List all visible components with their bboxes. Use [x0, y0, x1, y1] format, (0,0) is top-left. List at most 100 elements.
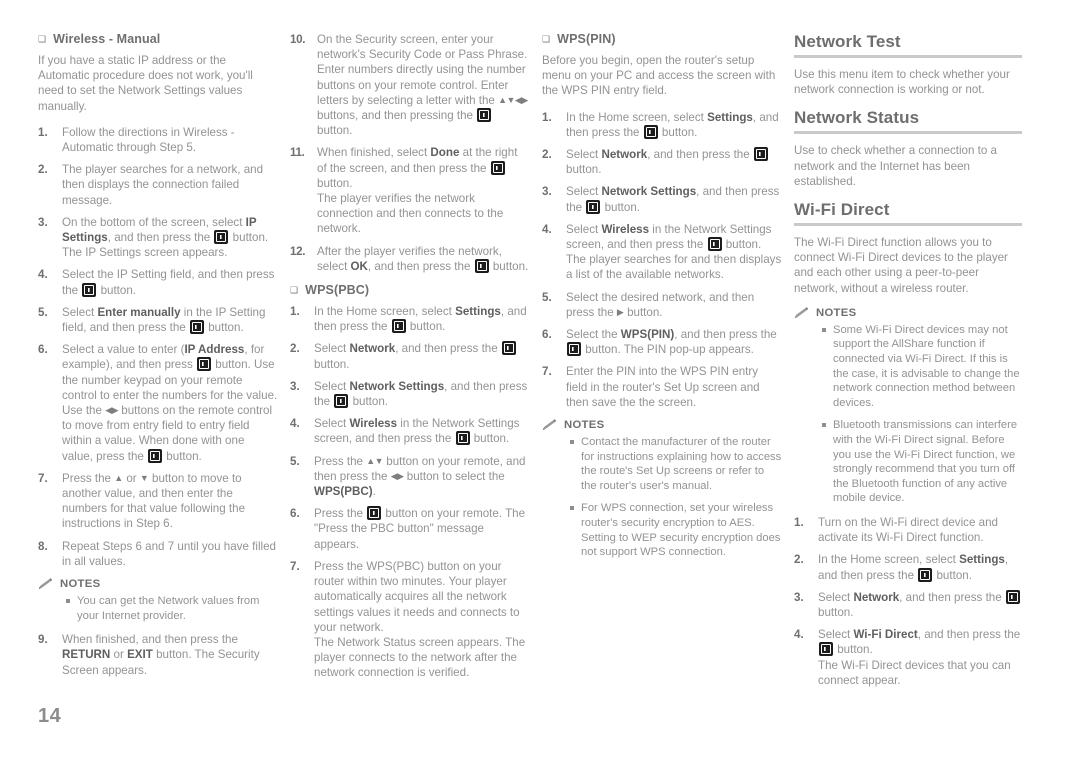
enter-button-icon [753, 147, 768, 162]
list-item: 1. Follow the directions in Wireless - Au… [38, 125, 278, 155]
direction-pad-arrows-icon: ▲▼◀▶ [498, 94, 528, 105]
step-number: 6. [542, 328, 552, 342]
enter-button-icon [82, 282, 97, 297]
step-number: 3. [38, 215, 48, 229]
subsection-heading-label: WPS(PIN) [557, 32, 616, 46]
step-number: 4. [290, 417, 300, 431]
step-text: Enter the PIN into the WPS PIN entry fie… [566, 365, 760, 409]
step-text: Select the WPS(PIN), and then press the … [566, 328, 777, 357]
steps-list-wps-pin: 1. In the Home screen, select Settings, a… [542, 110, 782, 410]
step-text: On the bottom of the screen, select IP S… [62, 215, 269, 260]
step-number: 4. [542, 222, 552, 236]
list-item: 3. Select Network Settings, and then pres… [542, 184, 782, 214]
list-item: 7. Press the WPS(PBC) button on your rout… [290, 559, 530, 681]
section-heading-network-test: Network Test [794, 32, 901, 51]
list-item: You can get the Network values from your… [66, 594, 278, 623]
section-heading-wifi-direct: Wi-Fi Direct [794, 200, 890, 220]
list-item: Some Wi-Fi Direct devices may not suppor… [822, 323, 1022, 411]
enter-button-icon [148, 448, 163, 463]
step-number: 1. [542, 110, 552, 124]
list-item: 5. Press the ▲▼ button on your remote, an… [290, 454, 530, 500]
list-item: 8. Repeat Steps 6 and 7 until you have fi… [38, 539, 278, 569]
square-bullet-icon: ❑ [38, 34, 47, 44]
step-number: 9. [38, 633, 48, 647]
step-text: Turn on the Wi-Fi direct device and acti… [818, 515, 998, 545]
section-body-network-status: Use to check whether a connection to a n… [794, 144, 998, 188]
pencil-icon [38, 578, 53, 590]
step-number: 10. [290, 33, 306, 46]
down-arrow-icon: ▼ [139, 472, 149, 483]
list-item: 6. Select the WPS(PIN), and then press th… [542, 327, 782, 357]
step-text: After the player verifies the network, s… [317, 244, 529, 273]
list-item: 4. Select Wi-Fi Direct, and then press th… [794, 627, 1022, 688]
list-item: 1. Turn on the Wi-Fi direct device and ac… [794, 515, 1022, 545]
list-item: 2. Select Network, and then press the but… [290, 341, 530, 371]
steps-list-after-notes: 9. When finished, and then press the RETU… [38, 632, 278, 678]
heading-rule [794, 223, 1022, 227]
column-3: ❑ WPS(PIN) Before you begin, open the ro… [542, 32, 782, 697]
list-item: 2. The player searches for a network, and… [38, 162, 278, 208]
list-item: 4. Select Wireless in the Network Setting… [290, 416, 530, 446]
step-text: Select the IP Setting field, and then pr… [62, 268, 275, 297]
step-number: 4. [794, 628, 804, 642]
subsection-heading-label: WPS(PBC) [305, 283, 370, 298]
column-4: Network Test Use this menu item to check… [794, 32, 1022, 697]
step-text: Select Wireless in the Network Settings … [566, 222, 782, 282]
step-text: Press the button on your remote. The "Pr… [314, 506, 526, 551]
notes-list: You can get the Network values from your… [38, 594, 278, 623]
notes-label: NOTES [816, 306, 857, 319]
notes-block: NOTES Some Wi-Fi Direct devices may not … [794, 307, 1022, 506]
section-heading-network-status: Network Status [794, 108, 920, 128]
step-text: Select Network, and then press the butto… [566, 147, 769, 176]
step-text: Select Enter manually in the IP Setting … [62, 305, 266, 335]
enter-button-icon [918, 567, 933, 582]
list-item: 10. On the Security screen, enter your ne… [290, 32, 530, 138]
enter-button-icon [214, 230, 229, 245]
left-right-arrow-icon: ◀▶ [105, 405, 119, 416]
step-number: 6. [38, 343, 48, 357]
notes-list: Some Wi-Fi Direct devices may not suppor… [794, 323, 1022, 506]
step-text: Select a value to enter (IP Address, for… [62, 343, 278, 463]
list-item: 3. Select Network, and then press the but… [794, 589, 1022, 620]
step-text: Press the ▲▼ button on your remote, and … [314, 454, 526, 499]
step-number: 11. [290, 146, 305, 160]
step-number: 8. [38, 539, 48, 553]
enter-button-icon [707, 237, 722, 252]
enter-button-icon [490, 160, 505, 175]
list-item: 7. Press the ▲ or ▼ button to move to ano… [38, 471, 278, 532]
list-item: 3. On the bottom of the screen, select IP… [38, 215, 278, 261]
step-text: Press the ▲ or ▼ button to move to anoth… [62, 471, 246, 531]
notes-title: NOTES [38, 578, 278, 590]
step-text: Select Wi-Fi Direct, and then press the … [818, 628, 1021, 687]
enter-button-icon [477, 108, 492, 123]
step-text: When finished, and then press the RETURN… [62, 633, 260, 677]
step-text: Select Wireless in the Network Settings … [314, 417, 520, 446]
step-text: Select Network, and then press the butto… [818, 589, 1021, 619]
enter-button-icon [643, 124, 658, 139]
list-item: Bluetooth transmissions can interfere wi… [822, 418, 1022, 506]
section-body-wifi-direct: The Wi-Fi Direct function allows you to … [794, 236, 1008, 295]
step-text: In the Home screen, select Settings, and… [566, 110, 779, 139]
list-item: 11. When finished, select Done at the rig… [290, 145, 530, 236]
step-number: 2. [794, 553, 804, 567]
list-item: 12. After the player verifies the network… [290, 244, 530, 274]
step-text: Repeat Steps 6 and 7 until you have fill… [62, 539, 276, 568]
heading-rule [794, 55, 1022, 58]
step-number: 3. [542, 185, 552, 199]
intro-paragraph: If you have a static IP address or the A… [38, 54, 253, 113]
intro-paragraph: Before you begin, open the router's setu… [542, 54, 776, 98]
notes-label: NOTES [564, 419, 605, 432]
list-item: 4. Select the IP Setting field, and then … [38, 267, 278, 297]
notes-list: Contact the manufacturer of the router f… [542, 435, 782, 560]
list-item: 3. Select Network Settings, and then pres… [290, 379, 530, 409]
step-number: 5. [542, 290, 552, 304]
square-bullet-icon: ❑ [290, 285, 299, 296]
list-item: 7. Enter the PIN into the WPS PIN entry f… [542, 364, 782, 410]
notes-block: NOTES Contact the manufacturer of the ro… [542, 419, 782, 560]
steps-list-wifi-direct: 1. Turn on the Wi-Fi direct device and ac… [794, 515, 1022, 688]
list-item: 1. In the Home screen, select Settings, a… [542, 110, 782, 140]
notes-title: NOTES [794, 307, 1022, 319]
step-text: When finished, select Done at the right … [317, 146, 518, 236]
enter-button-icon [474, 258, 489, 273]
step-text: On the Security screen, enter your netwo… [317, 33, 528, 138]
